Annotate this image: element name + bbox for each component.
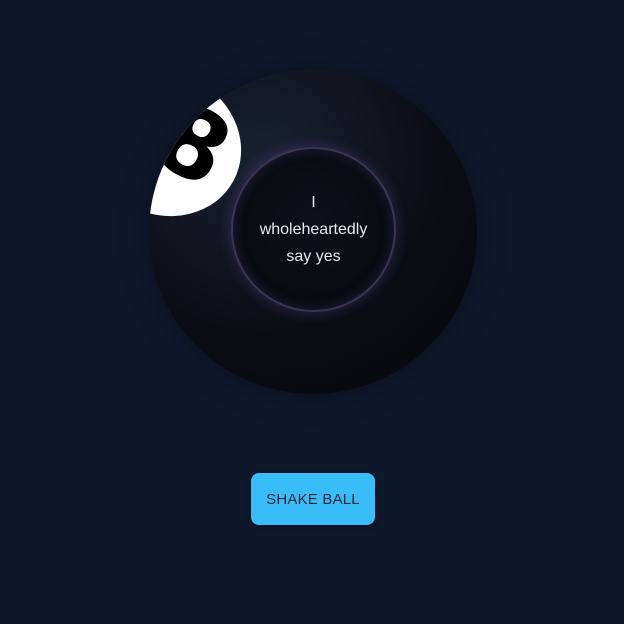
answer-line-2: wholeheartedly: [259, 221, 368, 238]
eight-number: 8: [149, 79, 249, 210]
answer-line-1: I: [311, 194, 316, 211]
answer-line-3: say yes: [286, 248, 341, 265]
shake-ball-button[interactable]: SHAKE BALL: [251, 473, 375, 525]
magic-8-ball-app: 8 I wholeheartedly say yes SHAKE BALL: [0, 0, 624, 624]
answer-window: I wholeheartedly say yes: [231, 147, 396, 312]
answer-text: I wholeheartedly say yes: [248, 189, 380, 270]
